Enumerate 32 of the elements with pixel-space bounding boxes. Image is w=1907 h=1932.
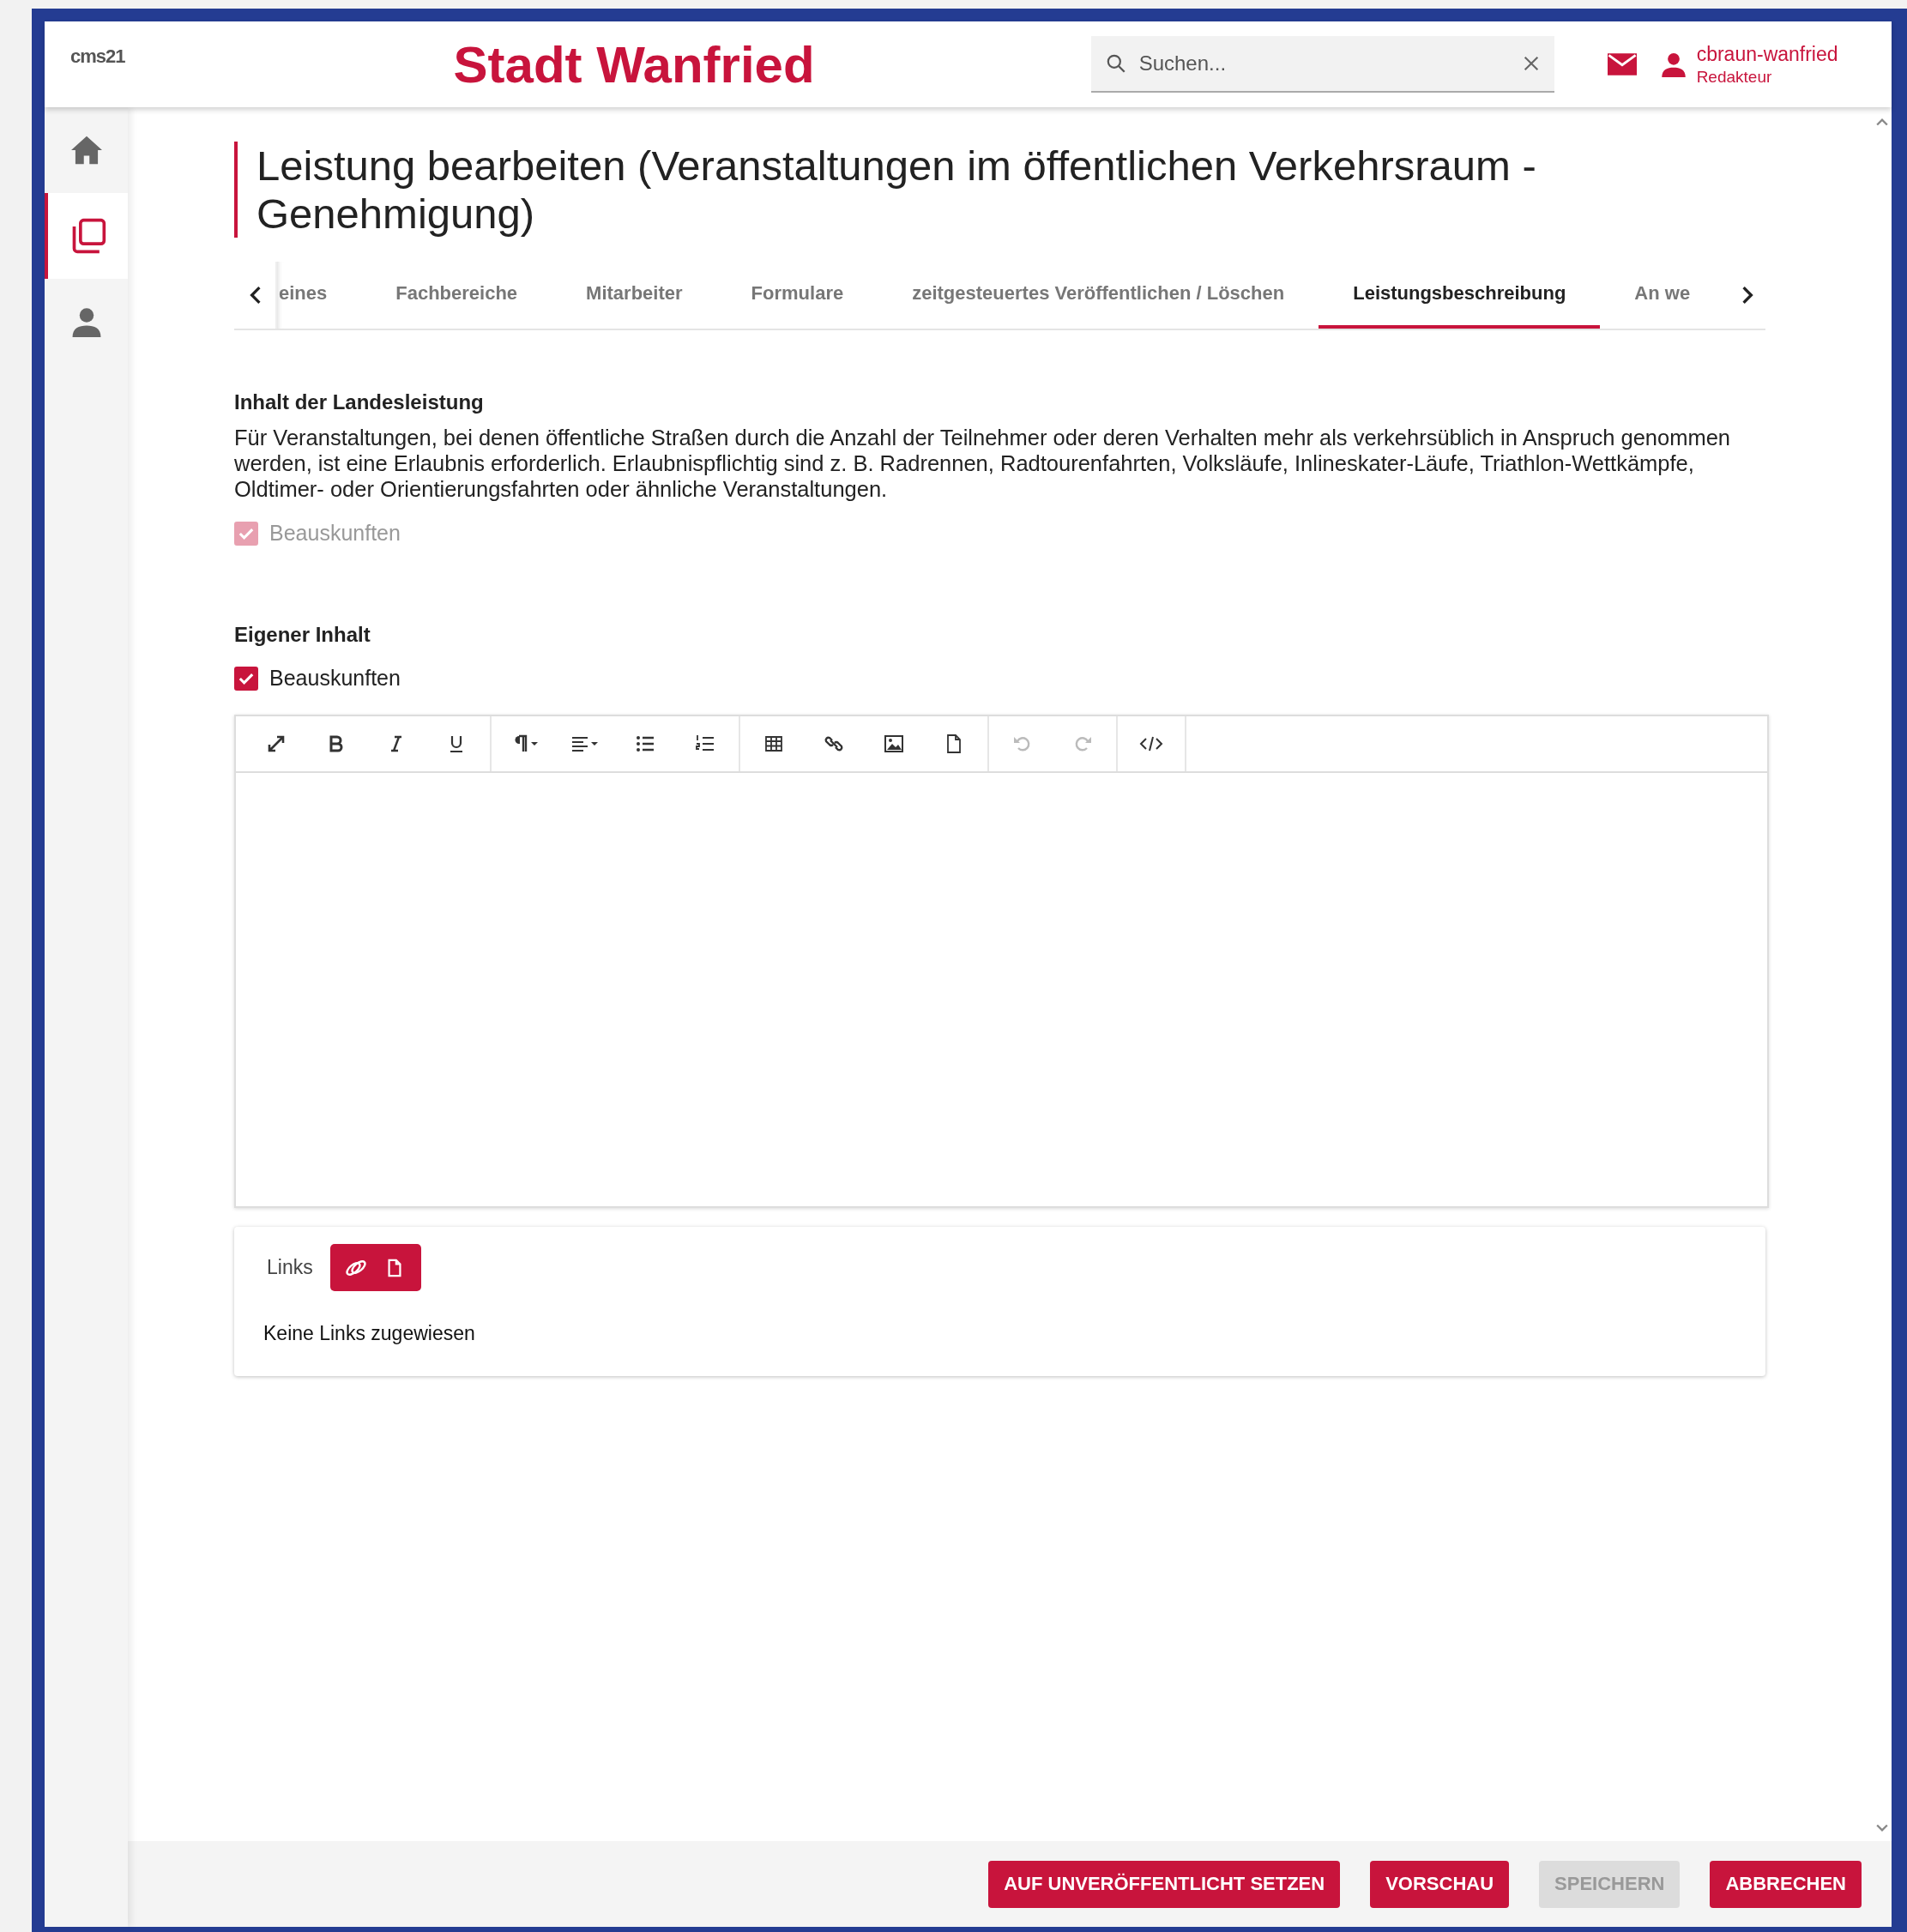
section-heading: Inhalt der Landesleistung <box>234 390 485 414</box>
chevron-right-icon[interactable] <box>1741 286 1753 305</box>
checkbox-label[interactable]: Beauskunften <box>269 666 401 691</box>
tab[interactable]: Fachbereiche <box>361 262 552 329</box>
person-icon <box>70 306 102 337</box>
user-name[interactable]: cbraun-wanfried <box>1696 42 1838 66</box>
sidebar-item[interactable] <box>45 193 128 279</box>
footer-button[interactable]: AUF UNVERÖFFENTLICHT SETZEN <box>988 1860 1341 1908</box>
links-label: Links <box>267 1256 313 1279</box>
footer-button[interactable]: ABBRECHEN <box>1710 1860 1862 1908</box>
scroll-up-icon[interactable] <box>1876 118 1888 126</box>
tab[interactable]: eines <box>277 262 362 329</box>
tab[interactable]: Leistungsbeschreibung <box>1319 262 1601 329</box>
chevron-left-icon[interactable] <box>250 286 262 305</box>
page-title: Leistung bearbeiten (Veranstaltungen im öffentlichen Verkehrsraum - Genehmigung) <box>234 142 1765 238</box>
mail-icon[interactable] <box>1607 53 1637 75</box>
search-field[interactable]: Suchen... <box>1090 36 1554 93</box>
scroll-down-icon[interactable] <box>1876 1824 1888 1832</box>
tab[interactable]: Mitarbeiter <box>552 262 717 329</box>
footer-button[interactable]: VORSCHAU <box>1370 1860 1510 1908</box>
search-input[interactable]: Suchen... <box>1137 51 1522 76</box>
tab[interactable]: zeitgesteuertes Veröffentlichen / Löschen <box>878 262 1319 329</box>
user-role: Redakteur <box>1696 67 1773 87</box>
checkbox[interactable] <box>234 666 258 691</box>
tab[interactable]: An we <box>1600 262 1691 329</box>
logo: cms21 <box>70 45 125 68</box>
empty-message: Keine Links zugewiesen <box>263 1322 476 1345</box>
description-text: Für Veranstaltungen, bei denen öffentliche Straßen durch die Anzahl der Teilnehmer oder deren Verhalten mehr als verkehrsüblich in Anspruch genommen werden, ist eine Erlaubnis erforderlich. Erlaubnispflichtig sind z. B. Radrennen, Radtourenfahrten, Volksläufe, Inlineskater-Läufe, Triathlon-Wettkämpfe, Oldtimer- oder Orientierungsfahrten oder ähnliche Veranstaltungen. <box>234 425 1732 502</box>
user-icon[interactable] <box>1660 51 1687 77</box>
site-title: Stadt Wanfried <box>453 34 815 94</box>
section-heading: Eigener Inhalt <box>234 623 371 647</box>
tab[interactable]: Formulare <box>716 262 878 329</box>
